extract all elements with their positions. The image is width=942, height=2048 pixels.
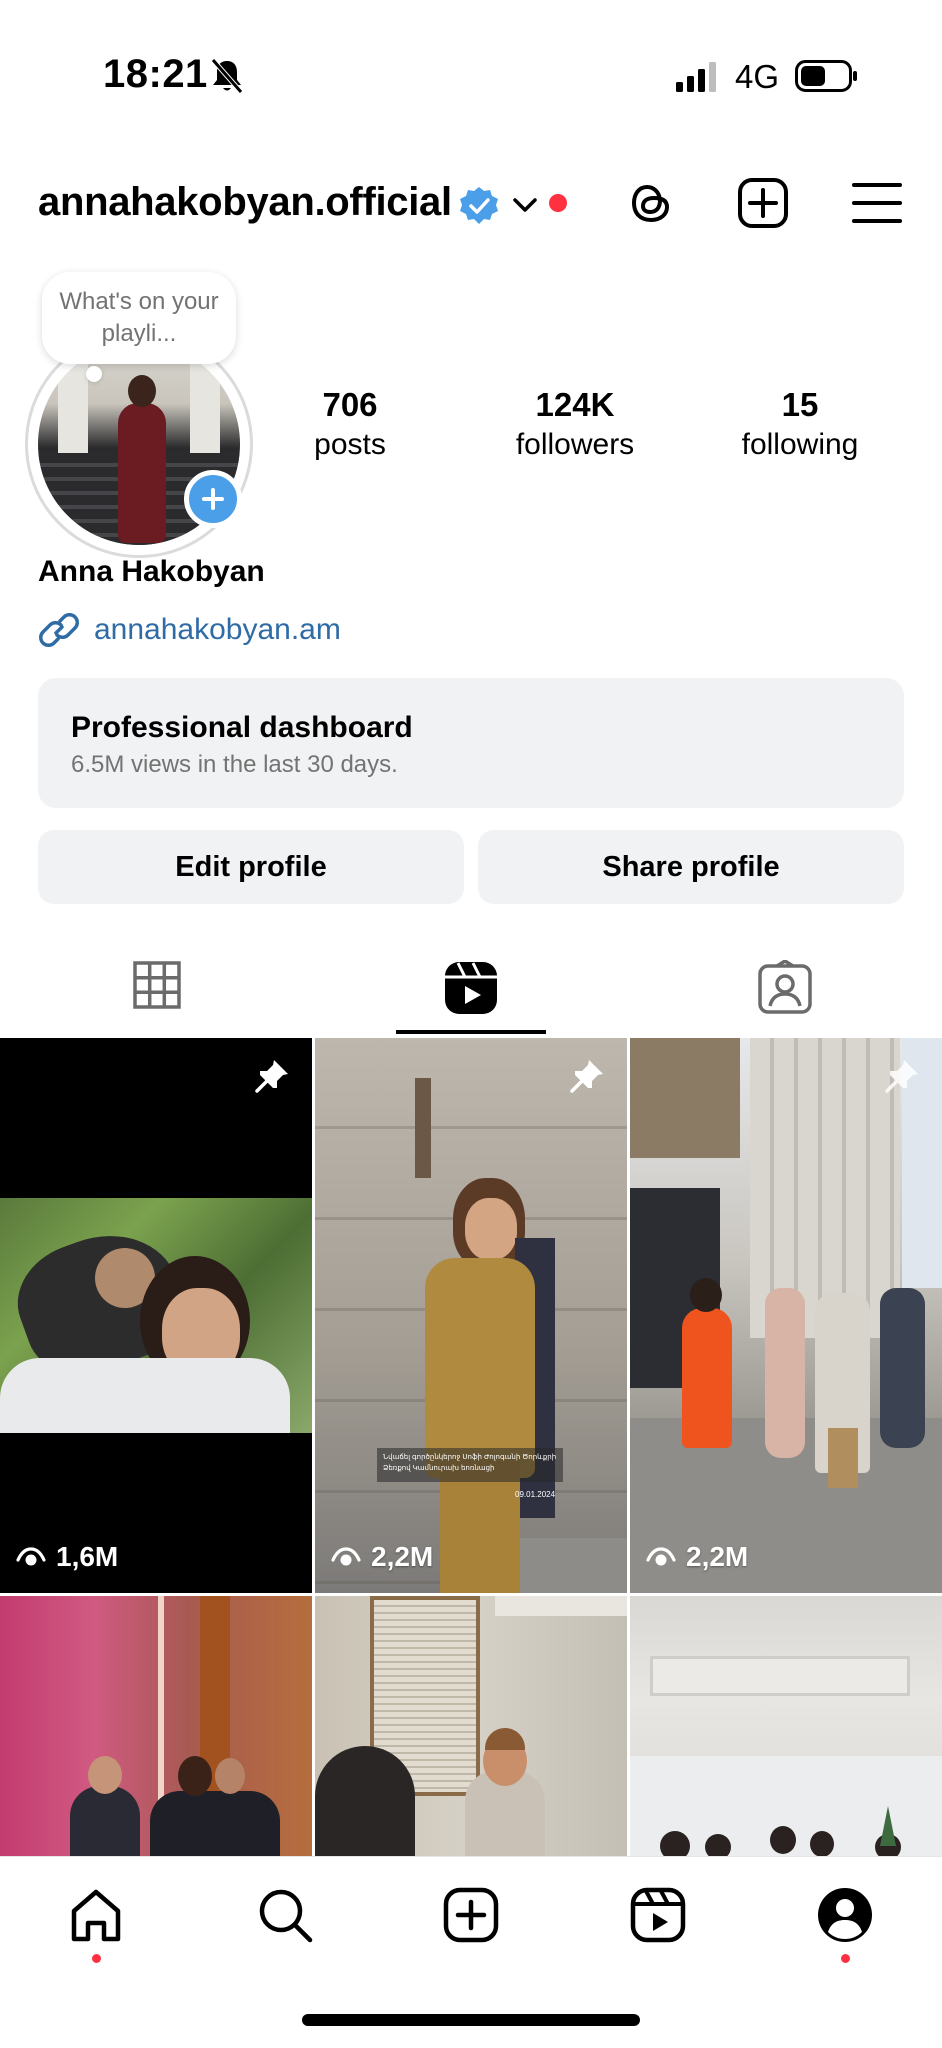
stat-posts[interactable]: 706 posts	[290, 385, 410, 465]
website-link[interactable]: annahakobyan.am	[38, 608, 341, 652]
note-bubble-tail	[86, 366, 102, 382]
view-count: 2,2M	[646, 1541, 748, 1573]
eye-icon	[646, 1547, 676, 1566]
full-name: Anna Hakobyan	[38, 555, 265, 588]
view-count-text: 2,2M	[371, 1541, 434, 1572]
create-post-icon[interactable]	[736, 176, 790, 230]
view-count-text: 2,2M	[686, 1541, 749, 1572]
view-count: 1,6M	[16, 1541, 118, 1573]
pin-icon	[255, 1060, 288, 1093]
note-bubble[interactable]: What's on your playli...	[42, 272, 236, 364]
search-icon[interactable]	[255, 1885, 315, 1945]
cellular-signal-icon	[676, 62, 716, 92]
reel-tile[interactable]: 2,2M	[630, 1038, 942, 1593]
notification-dot	[549, 194, 567, 212]
stat-label: posts	[314, 428, 386, 461]
add-story-button[interactable]	[184, 470, 242, 528]
stat-number: 706	[322, 386, 378, 423]
reel-tile[interactable]: 1,6M	[0, 1038, 312, 1593]
reel-caption: Նվաճել գործընկերոջ Սոֆի Ժոլոգանի Ծորևքրի…	[377, 1448, 563, 1482]
profile-icon[interactable]	[815, 1885, 875, 1945]
new-post-icon[interactable]	[441, 1885, 501, 1945]
edit-profile-button[interactable]: Edit profile	[38, 830, 464, 904]
tagged-icon	[758, 960, 812, 1014]
reels-nav-icon[interactable]	[628, 1885, 688, 1945]
stat-number: 15	[781, 386, 819, 423]
eye-icon	[331, 1547, 361, 1566]
reels-grid: 1,6M Նվաճել գործընկերոջ Սոֆի Ժոլոգանի Ծո…	[0, 1038, 942, 1856]
home-indicator[interactable]	[302, 2014, 640, 2026]
status-bar: 18:21 4G	[0, 0, 942, 150]
website-text[interactable]: annahakobyan.am	[94, 613, 341, 647]
stat-label: followers	[515, 428, 635, 461]
reel-tile[interactable]	[0, 1596, 312, 1856]
dashboard-title: Professional dashboard	[71, 711, 413, 744]
pin-icon	[885, 1060, 918, 1093]
account-switch-chevron-icon[interactable]	[510, 192, 540, 218]
profile-notification-dot	[841, 1954, 850, 1963]
home-icon[interactable]	[66, 1885, 126, 1945]
status-time: 18:21	[103, 52, 208, 96]
link-icon	[39, 613, 79, 647]
menu-icon[interactable]	[850, 176, 904, 230]
home-notification-dot	[92, 1954, 101, 1963]
reel-tile[interactable]: Նվաճել գործընկերոջ Սոֆի Ժոլոգանի Ծորևքրի…	[315, 1038, 627, 1593]
threads-icon[interactable]	[624, 176, 678, 230]
share-profile-button[interactable]: Share profile	[478, 830, 904, 904]
reels-icon	[445, 962, 497, 1014]
profile-header: annahakobyan.official	[0, 170, 942, 240]
pin-icon	[570, 1060, 603, 1093]
verified-badge-icon	[460, 187, 498, 224]
professional-dashboard[interactable]: Professional dashboard 6.5M views in the…	[38, 678, 904, 808]
view-count: 2,2M	[331, 1541, 433, 1573]
tab-tagged[interactable]	[628, 950, 942, 1034]
reel-tile[interactable]	[315, 1596, 627, 1856]
stat-label: following	[741, 428, 859, 461]
active-tab-indicator	[396, 1030, 546, 1034]
reel-tile[interactable]	[630, 1596, 942, 1856]
username[interactable]: annahakobyan.official	[38, 180, 452, 225]
stat-following[interactable]: 15 following	[720, 385, 880, 465]
grid-icon	[133, 961, 181, 1009]
dashboard-subtitle: 6.5M views in the last 30 days.	[71, 751, 398, 778]
stat-followers[interactable]: 124K followers	[500, 385, 650, 465]
network-type: 4G	[735, 58, 780, 95]
bell-muted-icon	[211, 58, 243, 94]
battery-icon	[795, 60, 857, 92]
reel-date: 09.01.2024	[515, 1490, 556, 1499]
tab-reels[interactable]	[314, 950, 628, 1034]
tab-grid[interactable]	[0, 950, 314, 1034]
view-count-text: 1,6M	[56, 1541, 119, 1572]
stat-number: 124K	[535, 386, 615, 423]
eye-icon	[16, 1547, 46, 1566]
